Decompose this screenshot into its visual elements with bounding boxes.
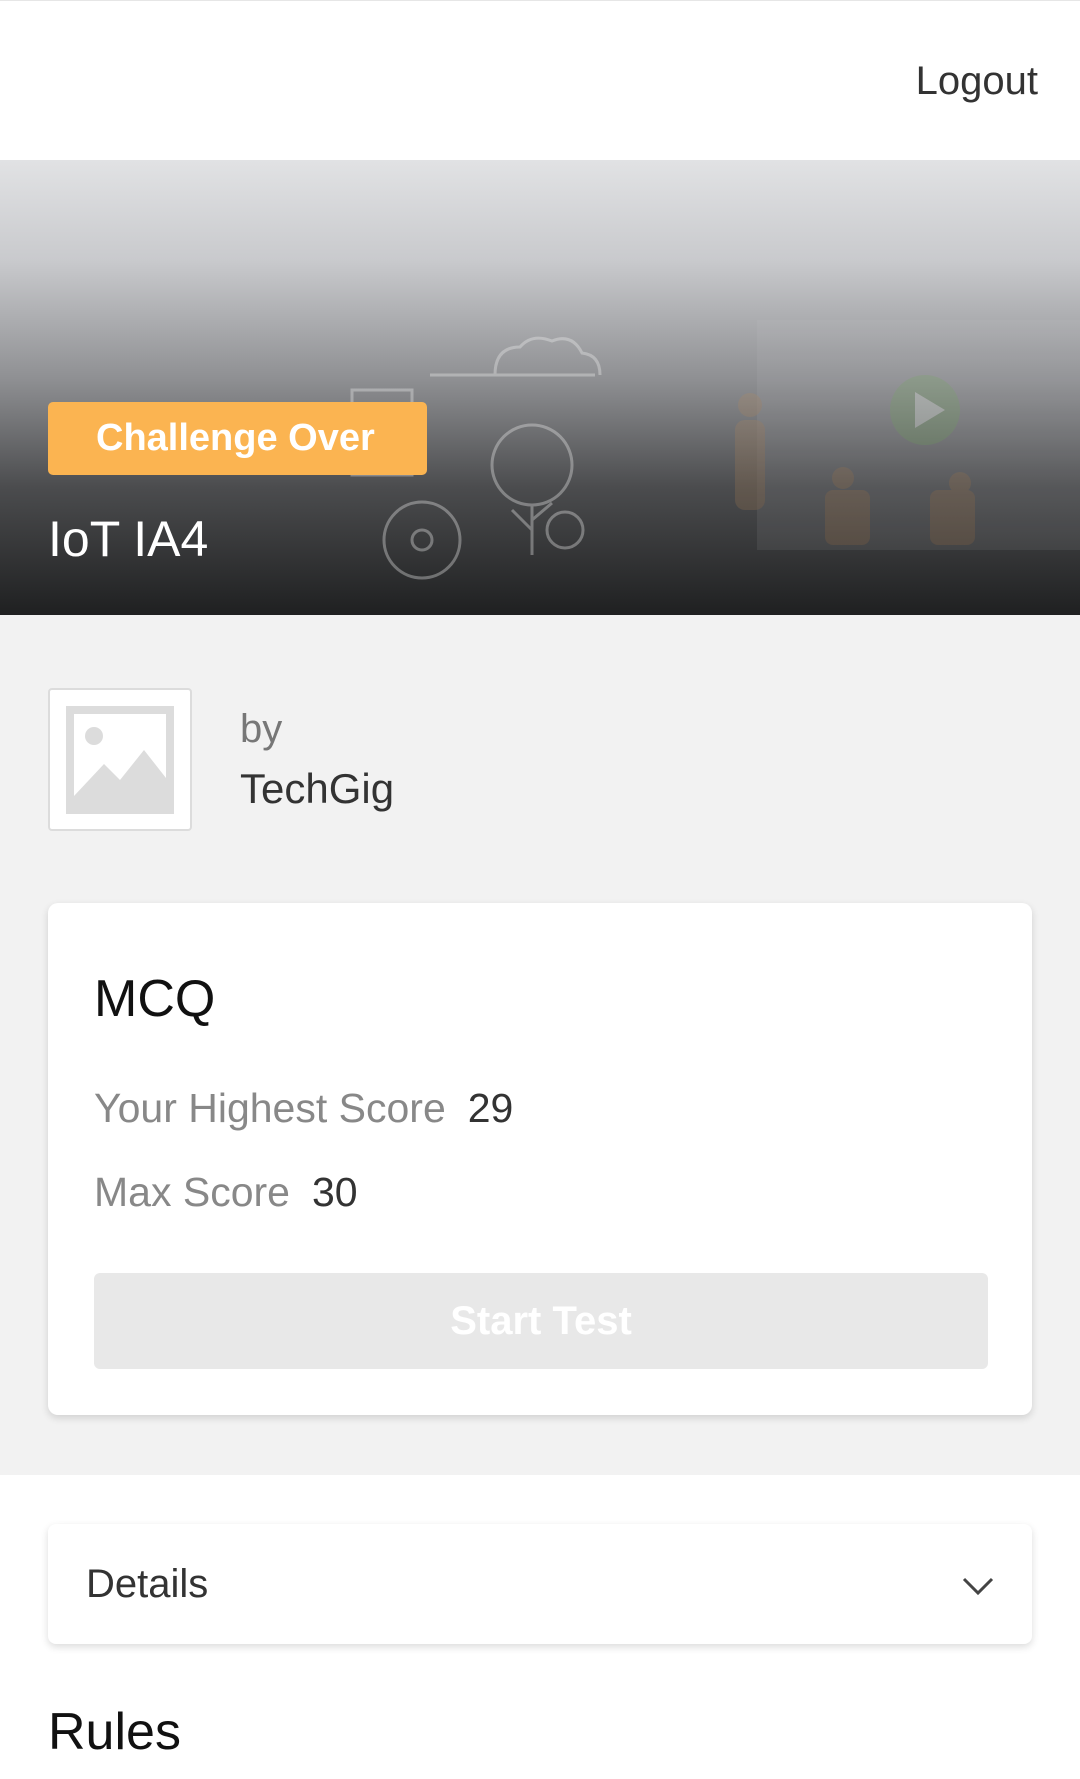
- image-placeholder-icon: [66, 705, 174, 814]
- rules-heading: Rules: [48, 1703, 181, 1761]
- highest-score-label: Your Highest Score: [94, 1085, 446, 1131]
- highest-score-row: Your Highest Score 29: [94, 1085, 513, 1132]
- organizer-logo: [48, 688, 192, 831]
- organizer-by-label: by: [240, 707, 283, 751]
- details-label: Details: [86, 1562, 209, 1606]
- top-bar: Logout: [0, 0, 1080, 160]
- chevron-down-icon[interactable]: [958, 1566, 998, 1606]
- status-badge: Challenge Over: [48, 402, 427, 475]
- max-score-row: Max Score 30: [94, 1169, 358, 1216]
- highest-score-value: 29: [467, 1085, 514, 1131]
- max-score-value: 30: [311, 1169, 358, 1215]
- test-card: MCQ Your Highest Score 29 Max Score 30 Sta…: [48, 903, 1032, 1415]
- main-content: by TechGig MCQ Your Highest Score 29 Max …: [0, 615, 1080, 1475]
- challenge-title: IoT IA4: [48, 511, 209, 567]
- start-test-button[interactable]: Start Test: [94, 1273, 988, 1369]
- test-title: MCQ: [94, 970, 216, 1028]
- details-accordion[interactable]: Details: [48, 1524, 1032, 1644]
- logout-link[interactable]: Logout: [916, 59, 1038, 104]
- organizer-name: TechGig: [240, 765, 395, 812]
- hero-banner: Challenge Over IoT IA4: [0, 160, 1080, 615]
- max-score-label: Max Score: [94, 1169, 290, 1215]
